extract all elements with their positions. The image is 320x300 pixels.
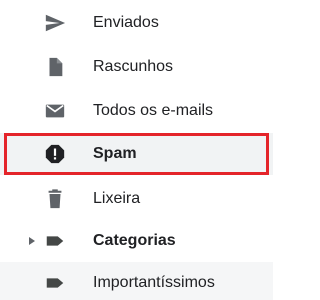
sidebar-item-label: Enviados [93,14,159,31]
sidebar-item-todos-os-emails[interactable]: Todos os e-mails [0,90,273,132]
sidebar-item-rascunhos[interactable]: Rascunhos [0,46,273,88]
sidebar-item-label: Spam [93,145,137,162]
sidebar-item-label: Categorias [93,232,176,249]
sidebar-item-enviados[interactable]: Enviados [0,2,273,44]
label-icon [44,272,66,294]
sidebar-item-label: Importantíssimos [93,274,215,291]
sidebar-item-lixeira[interactable]: Lixeira [0,178,273,220]
sidebar-item-importantissimos[interactable]: Importantíssimos [0,262,273,300]
expand-arrow-icon[interactable] [27,236,37,246]
draft-icon [44,56,66,78]
sidebar-item-label: Rascunhos [93,58,174,75]
sidebar-item-label: Todos os e-mails [93,102,214,119]
sidebar-nav: Enviados Rascunhos Todos os e-mails Spam… [0,0,273,300]
spam-icon [44,143,66,165]
send-icon [44,12,66,34]
sidebar-item-label: Lixeira [93,190,141,207]
sidebar-item-spam[interactable]: Spam [0,133,273,175]
label-icon [44,230,66,252]
trash-icon [44,188,66,210]
sidebar-item-categorias[interactable]: Categorias [0,220,273,262]
mail-icon [44,100,66,122]
